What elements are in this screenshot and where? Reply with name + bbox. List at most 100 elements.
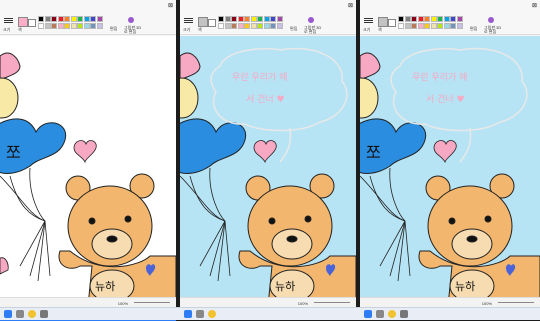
palette-swatch[interactable]: [257, 16, 263, 22]
palette-swatch[interactable]: [218, 23, 224, 29]
palette-swatch[interactable]: [276, 16, 283, 22]
palette-swatch[interactable]: [411, 16, 417, 22]
app-icon[interactable]: [40, 310, 48, 318]
caption-button[interactable]: ⊠: [168, 2, 173, 9]
color1-box[interactable]: [198, 17, 208, 27]
palette-swatch[interactable]: [257, 23, 263, 29]
palette-swatch[interactable]: [263, 23, 270, 29]
palette-swatch[interactable]: [450, 23, 456, 29]
palette-swatch[interactable]: [398, 23, 404, 29]
brush-tool-icon[interactable]: [184, 17, 193, 25]
palette-swatch[interactable]: [270, 23, 276, 29]
paint3d-icon[interactable]: [128, 17, 134, 23]
palette-swatch[interactable]: [44, 23, 51, 29]
palette-swatch[interactable]: [77, 16, 83, 22]
palette-swatch[interactable]: [424, 23, 430, 29]
palette-swatch[interactable]: [456, 23, 463, 29]
palette-swatch[interactable]: [417, 16, 424, 22]
zoom-slider[interactable]: [134, 302, 170, 303]
palette-swatch[interactable]: [411, 23, 417, 29]
palette-swatch[interactable]: [443, 23, 450, 29]
color1-box[interactable]: [18, 17, 28, 27]
color1-box[interactable]: [378, 17, 388, 27]
edit-colors-label[interactable]: 편집: [110, 26, 117, 32]
palette-swatch[interactable]: [430, 23, 437, 29]
color2-box[interactable]: [208, 19, 216, 27]
palette-swatch[interactable]: [244, 23, 250, 29]
palette-swatch[interactable]: [231, 16, 237, 22]
search-icon[interactable]: [196, 310, 204, 318]
palette-swatch[interactable]: [398, 16, 404, 22]
palette-swatch[interactable]: [57, 16, 64, 22]
palette-swatch[interactable]: [437, 16, 443, 22]
palette-swatch[interactable]: [83, 23, 90, 29]
palette-swatch[interactable]: [90, 23, 96, 29]
paint3d-label[interactable]: 그림판 3D로 편집: [484, 26, 502, 34]
color2-box[interactable]: [388, 19, 396, 27]
start-icon[interactable]: [184, 310, 192, 318]
palette-swatch[interactable]: [224, 16, 231, 22]
palette-swatch[interactable]: [244, 16, 250, 22]
palette-swatch[interactable]: [70, 16, 77, 22]
palette-swatch[interactable]: [430, 16, 437, 22]
palette-swatch[interactable]: [456, 16, 463, 22]
palette-swatch[interactable]: [64, 23, 70, 29]
palette-swatch[interactable]: [250, 16, 257, 22]
palette-swatch[interactable]: [51, 23, 57, 29]
palette-swatch[interactable]: [443, 16, 450, 22]
palette-swatch[interactable]: [57, 23, 64, 29]
palette-swatch[interactable]: [263, 16, 270, 22]
palette-swatch[interactable]: [437, 23, 443, 29]
paint3d-icon[interactable]: [308, 17, 314, 23]
palette-swatch[interactable]: [83, 16, 90, 22]
palette-swatch[interactable]: [404, 23, 411, 29]
palette-swatch[interactable]: [450, 16, 456, 22]
palette-swatch[interactable]: [70, 23, 77, 29]
brush-tool-icon[interactable]: [4, 17, 13, 25]
palette-swatch[interactable]: [64, 16, 70, 22]
edit-colors-label[interactable]: 편집: [290, 26, 297, 32]
palette-swatch[interactable]: [276, 23, 283, 29]
palette-swatch[interactable]: [404, 16, 411, 22]
palette-swatch[interactable]: [90, 16, 96, 22]
paint3d-label[interactable]: 그림판 3D로 편집: [304, 26, 322, 34]
palette-swatch[interactable]: [270, 16, 276, 22]
drawing-canvas[interactable]: 우린 우리가 해 서 건너 ♥ 뉴하: [180, 36, 356, 298]
palette-swatch[interactable]: [44, 16, 51, 22]
color-label: 색: [378, 27, 382, 32]
palette-swatch[interactable]: [224, 23, 231, 29]
palette-swatch[interactable]: [237, 23, 244, 29]
app-icon[interactable]: [28, 310, 36, 318]
brush-tool-icon[interactable]: [364, 17, 373, 25]
color2-box[interactable]: [28, 19, 36, 27]
caption-button[interactable]: ⊠: [348, 2, 353, 9]
caption-button[interactable]: ⊠: [532, 2, 537, 9]
palette-swatch[interactable]: [77, 23, 83, 29]
zoom-slider[interactable]: [498, 302, 534, 303]
app-icon[interactable]: [208, 310, 216, 318]
palette-swatch[interactable]: [38, 23, 44, 29]
palette-swatch[interactable]: [237, 16, 244, 22]
start-icon[interactable]: [364, 310, 372, 318]
palette-swatch[interactable]: [250, 23, 257, 29]
app-icon[interactable]: [388, 310, 396, 318]
app-icon[interactable]: [400, 310, 408, 318]
palette-swatch[interactable]: [417, 23, 424, 29]
drawing-canvas[interactable]: 쪼 뉴하: [0, 36, 176, 298]
start-icon[interactable]: [4, 310, 12, 318]
palette-swatch[interactable]: [424, 16, 430, 22]
palette-swatch[interactable]: [38, 16, 44, 22]
search-icon[interactable]: [16, 310, 24, 318]
palette-swatch[interactable]: [218, 16, 224, 22]
drawing-canvas[interactable]: 쪼 우린 우리가 해 서 건너 ♥ 뉴하: [360, 36, 540, 298]
paint3d-label[interactable]: 그림판 3D로 편집: [124, 26, 142, 34]
bubble-line-1: 우린 우리가 해: [232, 72, 287, 83]
edit-colors-label[interactable]: 편집: [470, 26, 477, 32]
palette-swatch[interactable]: [231, 23, 237, 29]
paint3d-icon[interactable]: [488, 17, 494, 23]
palette-swatch[interactable]: [96, 16, 103, 22]
zoom-slider[interactable]: [314, 302, 350, 303]
palette-swatch[interactable]: [96, 23, 103, 29]
palette-swatch[interactable]: [51, 16, 57, 22]
search-icon[interactable]: [376, 310, 384, 318]
